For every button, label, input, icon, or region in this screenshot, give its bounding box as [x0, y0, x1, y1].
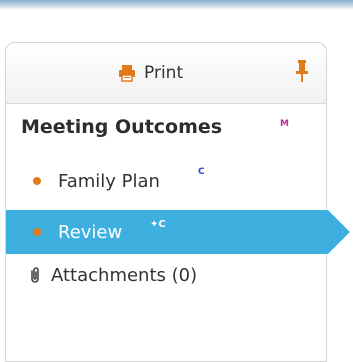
active-arrow [328, 210, 350, 254]
bullet-icon [33, 228, 41, 236]
nav-item-label: Review [58, 221, 123, 243]
badge-c: C [198, 167, 205, 177]
paperclip-icon [29, 267, 41, 283]
top-border [0, 0, 353, 10]
nav-item-label: Family Plan [58, 170, 160, 192]
bullet-icon [33, 177, 41, 185]
print-label: Print [144, 63, 184, 83]
printer-icon [118, 64, 136, 82]
badge-review: ✦C [150, 219, 166, 230]
side-panel: Print [5, 42, 327, 362]
pin-icon[interactable] [295, 59, 309, 83]
print-button[interactable]: Print [118, 59, 183, 87]
panel-header: Print [6, 43, 326, 104]
nav-item-family-plan[interactable]: Family Plan [33, 164, 160, 198]
nav-item-attachments[interactable]: Attachments (0) [29, 258, 197, 292]
section-title-meeting-outcomes: Meeting Outcomes [21, 116, 222, 138]
section-title-label: Meeting Outcomes [21, 116, 223, 138]
nav-item-label: Attachments (0) [51, 264, 198, 286]
section-badge-m: M [280, 119, 289, 129]
nav-item-review[interactable]: Review [33, 215, 122, 249]
